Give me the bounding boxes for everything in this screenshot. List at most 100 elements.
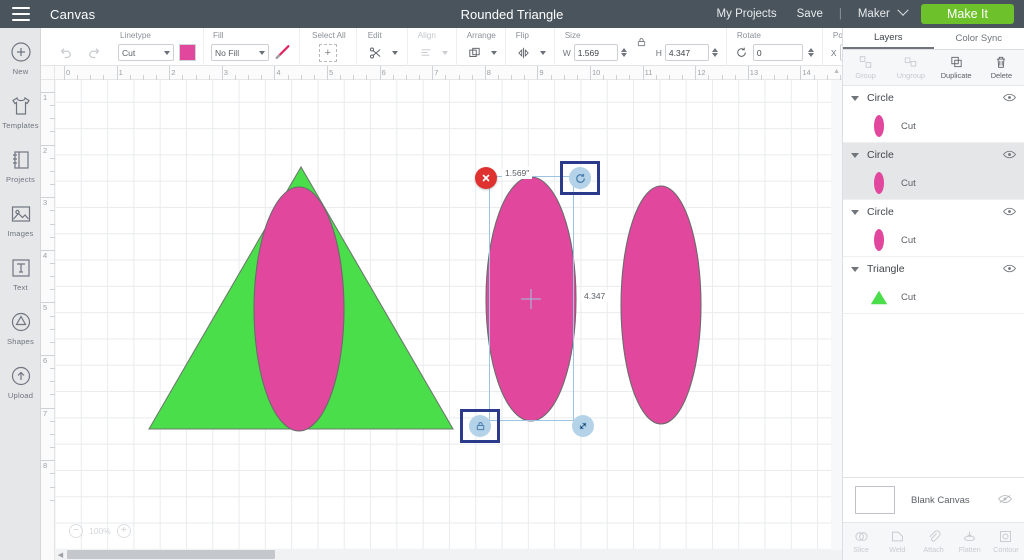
sidebar-item-shapes[interactable]: Shapes bbox=[0, 306, 41, 360]
my-projects-link[interactable]: My Projects bbox=[707, 8, 787, 20]
make-it-button[interactable]: Make It bbox=[921, 4, 1014, 24]
ungroup-button[interactable]: Ungroup bbox=[888, 50, 933, 85]
ellipse-shape-left[interactable] bbox=[253, 186, 345, 432]
height-input[interactable] bbox=[664, 44, 709, 61]
zoom-in-button[interactable]: + bbox=[116, 524, 131, 538]
ruler-v-minor bbox=[50, 223, 55, 225]
chevron-down-icon[interactable] bbox=[851, 209, 859, 215]
redo-button[interactable] bbox=[82, 42, 104, 64]
horizontal-scroll-thumb[interactable] bbox=[67, 550, 275, 559]
sidebar-item-projects[interactable]: Projects bbox=[0, 144, 41, 198]
tab-layers[interactable]: Layers bbox=[843, 28, 934, 49]
layer-header-0[interactable]: Circle bbox=[843, 86, 1024, 110]
blank-canvas-visibility-toggle[interactable] bbox=[998, 491, 1012, 509]
lock-icon[interactable] bbox=[636, 36, 647, 48]
lock-aspect-handle[interactable] bbox=[469, 415, 491, 437]
width-input[interactable] bbox=[573, 44, 618, 61]
chevron-down-icon[interactable] bbox=[851, 95, 859, 101]
scroll-left-arrow[interactable]: ◀ bbox=[55, 551, 66, 559]
fill-select[interactable]: No Fill bbox=[211, 44, 269, 61]
canvas-label[interactable]: Canvas bbox=[50, 7, 95, 22]
layer-row-0[interactable]: Cut bbox=[843, 110, 1024, 142]
ruler-corner bbox=[41, 66, 55, 80]
vertical-ruler[interactable]: 1 2 3 4 5 6 7 8 bbox=[41, 80, 55, 560]
layer-row-2[interactable]: Cut bbox=[843, 224, 1024, 256]
arrange-button[interactable] bbox=[465, 43, 485, 62]
chevron-down-icon[interactable] bbox=[851, 152, 859, 158]
visibility-toggle-0[interactable] bbox=[1003, 89, 1016, 107]
sidebar-item-text[interactable]: Text bbox=[0, 252, 41, 306]
ruler-h-tick-8: 8 bbox=[486, 68, 491, 77]
select-all-button[interactable]: + bbox=[318, 43, 337, 62]
hamburger-menu-icon[interactable] bbox=[12, 7, 30, 21]
layer-header-3[interactable]: Triangle bbox=[843, 257, 1024, 281]
weld-button[interactable]: Weld bbox=[879, 523, 915, 560]
layer-group-0[interactable]: Circle Cut bbox=[843, 86, 1024, 143]
save-button[interactable]: Save bbox=[787, 8, 833, 20]
ruler-h-minor bbox=[77, 75, 79, 80]
layers-list[interactable]: Circle Cut Circle Cut Circle Cut Triangl… bbox=[843, 86, 1024, 477]
visibility-toggle-2[interactable] bbox=[1003, 203, 1016, 221]
chevron-down-icon[interactable] bbox=[391, 50, 398, 55]
visibility-toggle-1[interactable] bbox=[1003, 146, 1016, 164]
zoom-out-button[interactable]: − bbox=[69, 524, 83, 538]
layer-group-3[interactable]: Triangle Cut bbox=[843, 257, 1024, 314]
edit-button[interactable] bbox=[366, 43, 386, 62]
sidebar-item-upload[interactable]: Upload bbox=[0, 360, 41, 414]
delete-selection-handle[interactable] bbox=[475, 167, 497, 189]
trash-icon bbox=[997, 56, 1006, 68]
layer-header-2[interactable]: Circle bbox=[843, 200, 1024, 224]
rotate-stepper[interactable] bbox=[807, 48, 814, 57]
layer-row-1[interactable]: Cut bbox=[843, 167, 1024, 199]
ruler-v-minor bbox=[50, 184, 55, 186]
height-stepper[interactable] bbox=[711, 48, 718, 57]
width-stepper[interactable] bbox=[620, 48, 627, 57]
ruler-h-major bbox=[642, 66, 644, 80]
layer-group-2[interactable]: Circle Cut bbox=[843, 200, 1024, 257]
rotate-input[interactable] bbox=[752, 44, 803, 61]
vertical-scroll-arrow[interactable]: ▲ bbox=[833, 68, 840, 75]
flip-button[interactable] bbox=[514, 43, 534, 62]
resize-selection-handle[interactable] bbox=[572, 415, 594, 437]
linetype-color-swatch[interactable] bbox=[179, 44, 196, 61]
chevron-down-icon[interactable] bbox=[539, 50, 546, 55]
weld-icon bbox=[891, 531, 903, 542]
sidebar-item-images[interactable]: Images bbox=[0, 198, 41, 252]
ellipse-shape-right[interactable] bbox=[620, 185, 702, 425]
delete-button[interactable]: Delete bbox=[979, 50, 1024, 85]
sidebar-item-new[interactable]: New bbox=[0, 36, 41, 90]
undo-button[interactable] bbox=[55, 42, 77, 64]
sidebar-item-templates[interactable]: Templates bbox=[0, 90, 41, 144]
machine-selector[interactable]: Maker bbox=[848, 4, 911, 20]
ruler-v-major bbox=[41, 407, 55, 409]
chevron-down-icon[interactable] bbox=[851, 266, 859, 272]
group-button[interactable]: Group bbox=[843, 50, 888, 85]
align-button[interactable] bbox=[416, 43, 436, 62]
flatten-icon bbox=[964, 531, 976, 542]
slice-button[interactable]: Slice bbox=[843, 523, 879, 560]
ruler-v-minor bbox=[50, 262, 55, 264]
pen-stroke-icon[interactable] bbox=[274, 44, 292, 61]
rotate-selection-handle[interactable] bbox=[569, 167, 591, 189]
shape-tools: Slice Weld Attach Flatten Contour bbox=[843, 522, 1024, 560]
visibility-toggle-3[interactable] bbox=[1003, 260, 1016, 278]
layer-group-1[interactable]: Circle Cut bbox=[843, 143, 1024, 200]
horizontal-scrollbar[interactable]: ◀ bbox=[55, 549, 842, 560]
blank-canvas-row[interactable]: Blank Canvas bbox=[843, 478, 1024, 522]
horizontal-ruler[interactable]: 0 1 2 3 4 5 6 7 8 9 10 11 12 13 14 bbox=[41, 66, 842, 80]
linetype-select[interactable]: Cut bbox=[118, 44, 174, 61]
layer-header-1[interactable]: Circle bbox=[843, 143, 1024, 167]
ruler-v-tick-5: 5 bbox=[43, 303, 48, 313]
duplicate-button[interactable]: Duplicate bbox=[934, 50, 979, 85]
tab-color-sync[interactable]: Color Sync bbox=[934, 28, 1024, 49]
rotate-icon bbox=[737, 47, 746, 57]
design-canvas[interactable]: 1.569" 4.347 0 1 2 3 4 5 6 7 8 9 10 11 12 13 14 12345 bbox=[41, 66, 842, 560]
picture-icon bbox=[11, 206, 30, 222]
flatten-button[interactable]: Flatten bbox=[952, 523, 988, 560]
vertical-scrollbar[interactable] bbox=[831, 80, 842, 550]
layer-row-3[interactable]: Cut bbox=[843, 281, 1024, 313]
attach-button[interactable]: Attach bbox=[915, 523, 951, 560]
chevron-down-icon[interactable] bbox=[441, 50, 448, 55]
contour-button[interactable]: Contour bbox=[988, 523, 1024, 560]
chevron-down-icon[interactable] bbox=[490, 50, 497, 55]
